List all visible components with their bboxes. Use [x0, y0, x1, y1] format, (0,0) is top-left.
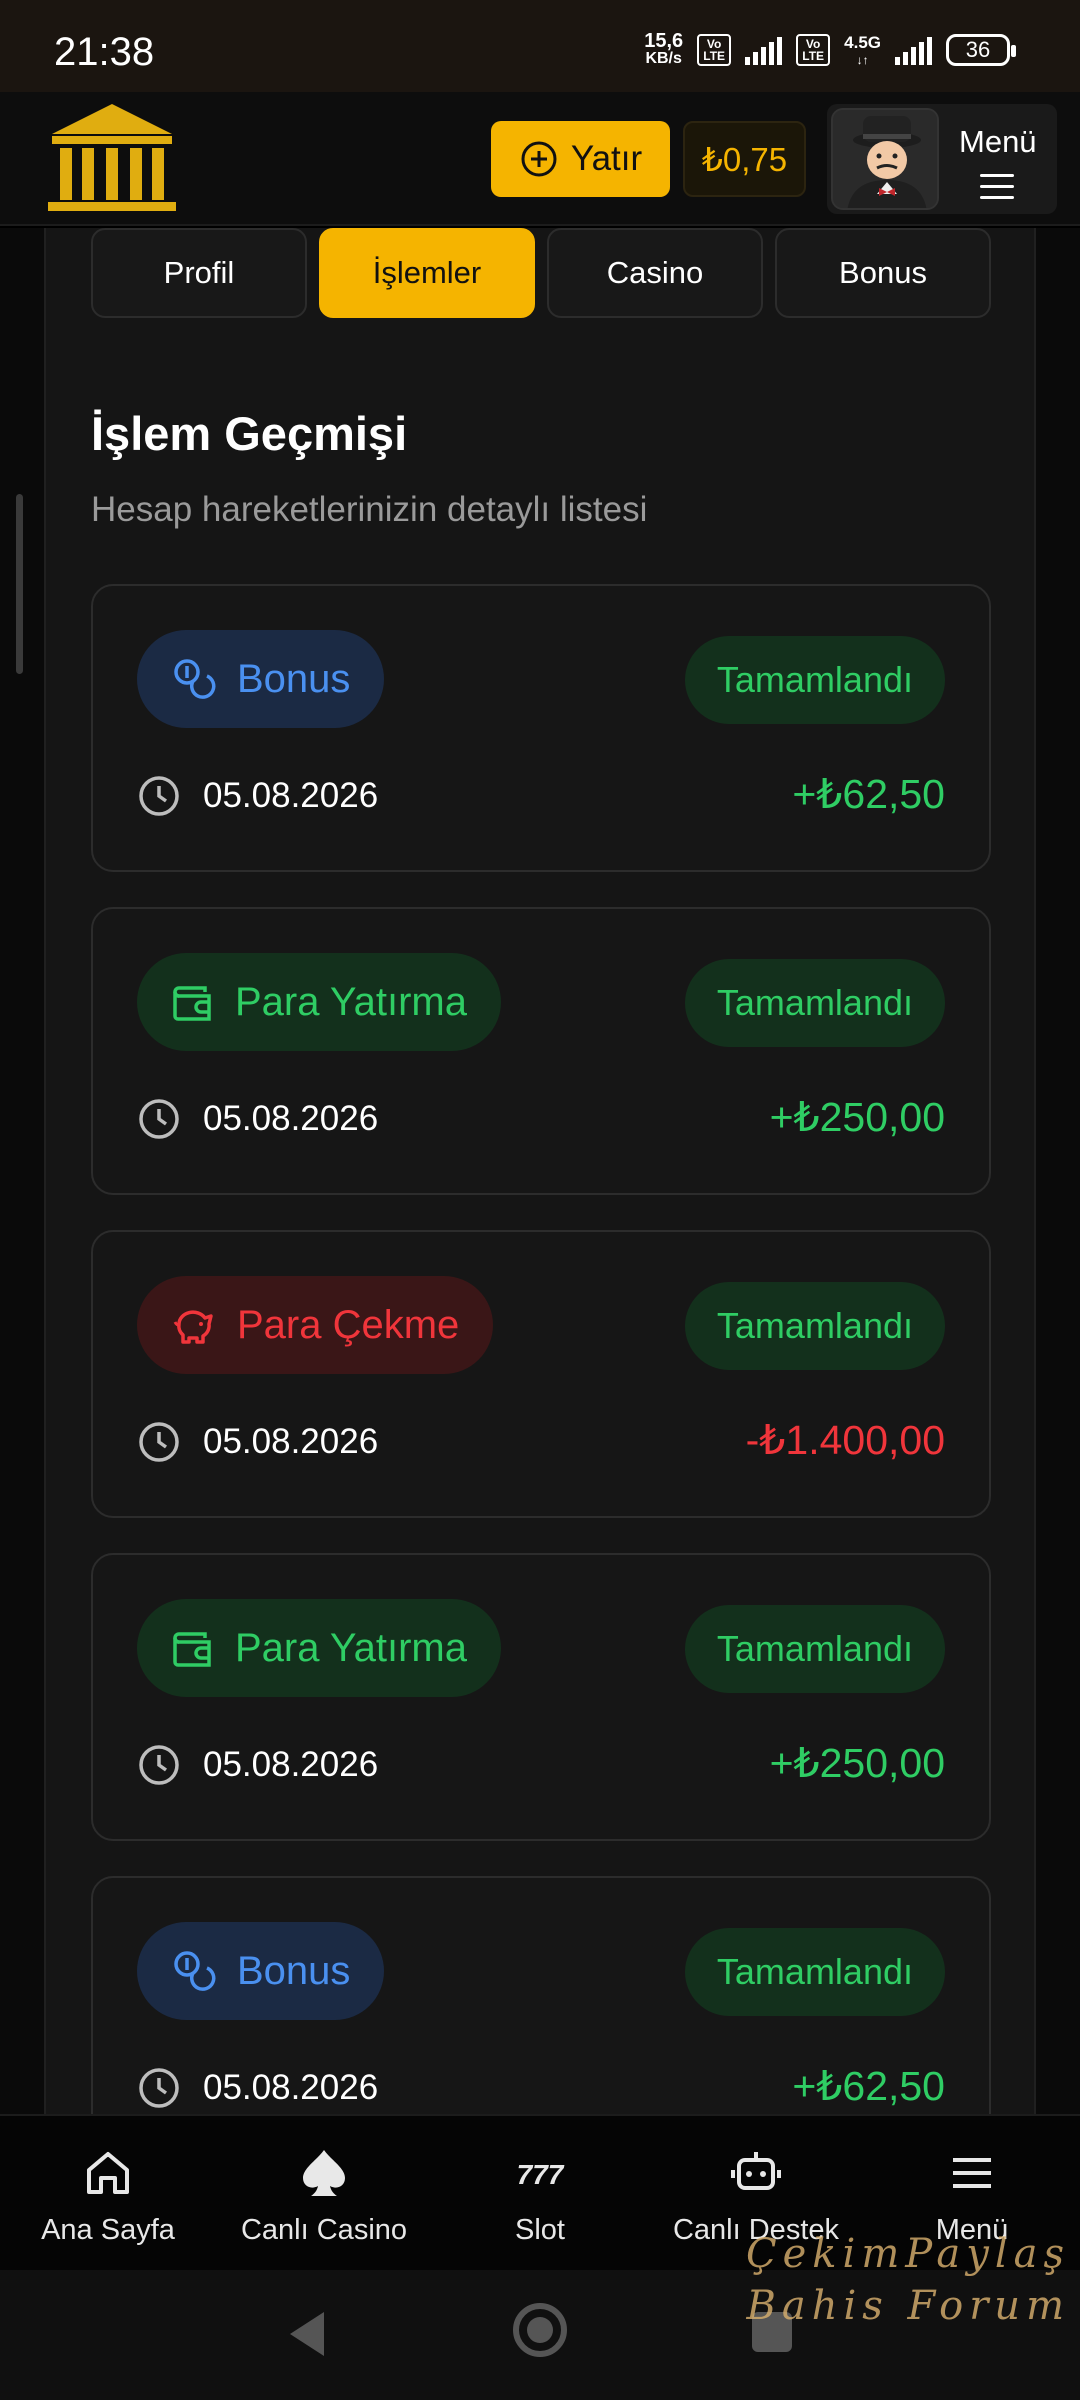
network-type-label: 4.5G — [844, 33, 881, 52]
nav-home[interactable]: Ana Sayfa — [0, 2116, 216, 2270]
transaction-card[interactable]: Bonus Tamamlandı 05.08.2026 +₺62,50 — [91, 1876, 991, 2114]
scrollbar-indicator[interactable] — [16, 494, 23, 674]
transaction-date-text: 05.08.2026 — [203, 1745, 379, 1784]
tab-profil[interactable]: Profil — [91, 228, 307, 318]
account-tabs: Profil İşlemler Casino Bonus — [91, 228, 991, 318]
transaction-type-label: Bonus — [237, 656, 351, 701]
status-badge: Tamamlandı — [684, 1282, 945, 1370]
watermark: ÇekimPaylaş Bahis Forum — [746, 2228, 1070, 2332]
deposit-button[interactable]: Yatır — [491, 121, 670, 197]
watermark-line-1: ÇekimPaylaş — [746, 2231, 1070, 2277]
nav-live-casino[interactable]: Canlı Casino — [216, 2116, 432, 2270]
avatar[interactable] — [831, 108, 939, 210]
network-speed: 15,6 KB/s — [644, 30, 684, 68]
hamburger-icon — [980, 174, 1014, 200]
network-speed-value: 15,6 — [644, 30, 684, 52]
transaction-amount: +₺250,00 — [769, 1740, 945, 1786]
plus-circle-icon — [521, 141, 557, 177]
menu-label: Menü — [959, 124, 1037, 159]
page-title: İşlem Geçmişi — [91, 407, 408, 460]
watermark-line-2: Bahis Forum — [746, 2283, 1070, 2329]
page-subtitle: Hesap hareketlerinizin detaylı listesi — [91, 490, 648, 529]
svg-text:777: 777 — [517, 2159, 565, 2190]
clock-icon — [139, 2068, 179, 2108]
transaction-date: 05.08.2026 — [137, 1420, 378, 1464]
data-arrows-icon: ↓↑ — [856, 53, 869, 67]
transaction-card[interactable]: Para Yatırma Tamamlandı 05.08.2026 +₺250… — [91, 907, 991, 1195]
slot-777-icon: 777 — [517, 2159, 565, 2190]
transaction-type-badge: Para Çekme — [137, 1276, 494, 1374]
transaction-type-badge: Bonus — [137, 630, 385, 728]
clock-icon — [139, 776, 179, 816]
transaction-date: 05.08.2026 — [137, 774, 378, 818]
tab-islemler[interactable]: İşlemler — [319, 228, 535, 318]
signal-icon — [745, 35, 783, 65]
transaction-date-text: 05.08.2026 — [203, 1099, 379, 1138]
transaction-type-label: Para Çekme — [237, 1302, 460, 1347]
transaction-type-label: Para Yatırma — [235, 979, 467, 1024]
signal-icon-2 — [895, 35, 932, 65]
robot-icon — [731, 2152, 781, 2190]
transaction-amount: -₺1.400,00 — [745, 1417, 945, 1463]
status-badge: Tamamlandı — [684, 1928, 945, 2016]
back-icon[interactable] — [284, 2308, 330, 2360]
nav-live-casino-label: Canlı Casino — [240, 2214, 408, 2246]
transaction-card[interactable]: Bonus Tamamlandı 05.08.2026 +₺62,50 — [91, 584, 991, 872]
transaction-date-text: 05.08.2026 — [203, 1422, 379, 1461]
battery-icon: 36 — [946, 34, 1016, 66]
clock-icon — [139, 1422, 179, 1462]
transaction-type-badge: Para Yatırma — [137, 953, 501, 1051]
deposit-button-label: Yatır — [570, 139, 643, 178]
tab-bonus[interactable]: Bonus — [775, 228, 991, 318]
site-header: Yatır ₺0,75 Menü — [0, 92, 1080, 226]
transaction-date: 05.08.2026 — [137, 1743, 378, 1787]
piggy-bank-icon — [173, 1310, 213, 1344]
transaction-list: Bonus Tamamlandı 05.08.2026 +₺62,50 Para… — [91, 584, 991, 2114]
coins-icon — [174, 1951, 216, 1991]
transaction-amount: +₺250,00 — [769, 1094, 945, 1140]
clock-icon — [139, 1099, 179, 1139]
status-time: 21:38 — [54, 30, 155, 74]
spade-icon — [303, 2150, 345, 2196]
transaction-date: 05.08.2026 — [137, 1097, 378, 1141]
menu-icon — [953, 2158, 991, 2188]
wallet-icon — [173, 986, 211, 1021]
transaction-type-label: Para Yatırma — [235, 1625, 467, 1670]
home-icon — [87, 2152, 129, 2194]
wallet-icon — [173, 1632, 211, 1667]
logo-temple-icon[interactable] — [44, 100, 180, 216]
transaction-date: 05.08.2026 — [137, 2066, 378, 2110]
nav-slot[interactable]: 777 Slot — [432, 2116, 648, 2270]
tab-casino[interactable]: Casino — [547, 228, 763, 318]
transaction-type-badge: Para Yatırma — [137, 1599, 501, 1697]
transaction-amount: +₺62,50 — [792, 2063, 945, 2109]
status-bar: 21:38 15,6 KB/s Vo LTE Vo LTE 4.5G ↓↑ 36 — [0, 0, 1080, 92]
nav-slot-label: Slot — [515, 2214, 565, 2246]
transaction-card[interactable]: Para Çekme Tamamlandı 05.08.2026 -₺1.400… — [91, 1230, 991, 1518]
clock-icon — [139, 1745, 179, 1785]
avatar-spy-icon — [833, 110, 937, 208]
status-icons: 15,6 KB/s Vo LTE Vo LTE 4.5G ↓↑ 36 — [644, 30, 1016, 68]
nav-home-label: Ana Sayfa — [41, 2214, 175, 2246]
network-type: 4.5G ↓↑ — [844, 33, 881, 67]
volte-icon-2: Vo LTE — [796, 34, 831, 66]
user-menu[interactable]: Menü — [827, 104, 1057, 214]
balance-display[interactable]: ₺0,75 — [683, 121, 806, 197]
volte-icon: Vo LTE — [697, 34, 732, 66]
status-badge: Tamamlandı — [684, 959, 945, 1047]
transaction-type-label: Bonus — [237, 1948, 351, 1993]
transaction-card[interactable]: Para Yatırma Tamamlandı 05.08.2026 +₺250… — [91, 1553, 991, 1841]
transaction-type-badge: Bonus — [137, 1922, 385, 2020]
transaction-date-text: 05.08.2026 — [203, 2068, 379, 2107]
status-badge: Tamamlandı — [684, 636, 945, 724]
home-circle-icon[interactable] — [510, 2300, 570, 2360]
coins-icon — [174, 659, 216, 699]
transaction-amount: +₺62,50 — [792, 771, 945, 817]
network-speed-unit: KB/s — [645, 50, 682, 67]
transaction-date-text: 05.08.2026 — [203, 776, 379, 815]
status-badge: Tamamlandı — [684, 1605, 945, 1693]
account-panel: Profil İşlemler Casino Bonus İşlem Geçmi… — [44, 228, 1036, 2114]
